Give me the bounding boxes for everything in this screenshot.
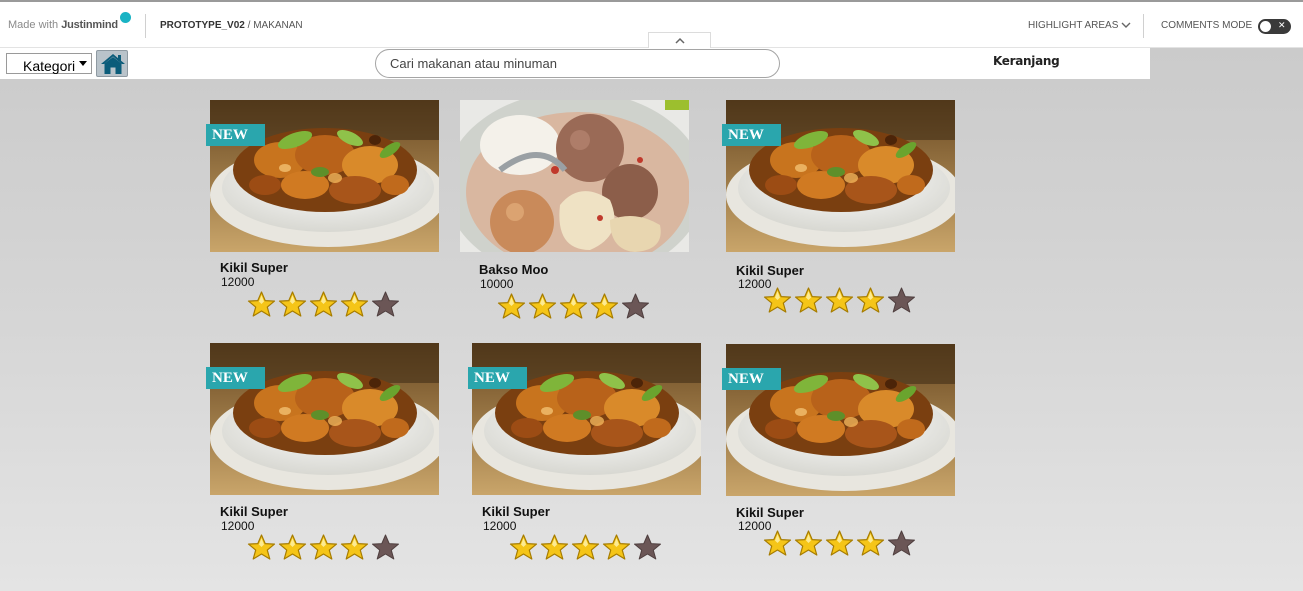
star-empty-icon[interactable] xyxy=(633,534,662,560)
comments-mode-toggle[interactable]: ✕ xyxy=(1258,19,1291,34)
product-name: Kikil Super xyxy=(220,504,288,519)
caret-down-icon xyxy=(79,61,87,66)
product-price: 12000 xyxy=(221,275,255,289)
search-input[interactable] xyxy=(375,49,780,78)
chevron-up-icon xyxy=(675,37,685,44)
prototype-viewer-bar: Made with Justinmind PROTOTYPE_V02 / MAK… xyxy=(0,0,1303,50)
star-empty-icon[interactable] xyxy=(887,287,916,313)
divider xyxy=(1143,14,1144,38)
star-filled-icon[interactable] xyxy=(528,293,557,319)
home-button[interactable] xyxy=(96,50,128,77)
product-image[interactable] xyxy=(210,343,439,495)
star-filled-icon[interactable] xyxy=(340,291,369,317)
star-filled-icon[interactable] xyxy=(602,534,631,560)
new-badge: NEW xyxy=(722,368,781,390)
breadcrumb: PROTOTYPE_V02 / MAKANAN xyxy=(160,20,303,31)
star-filled-icon[interactable] xyxy=(856,287,885,313)
star-empty-icon[interactable] xyxy=(887,530,916,556)
breadcrumb-page: MAKANAN xyxy=(253,20,303,31)
product-price: 12000 xyxy=(221,519,255,533)
rating-stars[interactable] xyxy=(763,530,916,556)
new-badge: NEW xyxy=(206,367,265,389)
breadcrumb-separator: / xyxy=(244,20,254,31)
brand-dot-icon xyxy=(120,12,131,23)
cart-link[interactable]: Keranjang xyxy=(993,54,1060,68)
star-filled-icon[interactable] xyxy=(763,530,792,556)
product-price: 10000 xyxy=(480,277,514,291)
star-filled-icon[interactable] xyxy=(794,287,823,313)
made-with-text: Made with xyxy=(8,19,59,31)
rating-stars[interactable] xyxy=(763,287,916,313)
highlight-areas-dropdown[interactable]: HIGHLIGHT AREAS xyxy=(1028,20,1131,31)
product-name: Bakso Moo xyxy=(479,262,549,277)
product-image[interactable] xyxy=(726,100,955,252)
rating-stars[interactable] xyxy=(247,534,400,560)
star-filled-icon[interactable] xyxy=(247,291,276,317)
toggle-knob xyxy=(1260,21,1271,32)
star-filled-icon[interactable] xyxy=(763,287,792,313)
highlight-areas-label: HIGHLIGHT AREAS xyxy=(1028,20,1119,31)
star-filled-icon[interactable] xyxy=(340,534,369,560)
star-filled-icon[interactable] xyxy=(559,293,588,319)
divider xyxy=(145,14,146,38)
star-filled-icon[interactable] xyxy=(509,534,538,560)
product-name: Kikil Super xyxy=(736,505,804,520)
toggle-off-icon: ✕ xyxy=(1278,20,1286,30)
star-empty-icon[interactable] xyxy=(621,293,650,319)
star-filled-icon[interactable] xyxy=(309,534,338,560)
chevron-down-icon xyxy=(1121,22,1131,28)
product-image[interactable] xyxy=(210,100,439,252)
star-filled-icon[interactable] xyxy=(825,287,854,313)
app-header: Kategori Keranjang xyxy=(0,48,1150,79)
star-filled-icon[interactable] xyxy=(309,291,338,317)
star-filled-icon[interactable] xyxy=(497,293,526,319)
made-with-label[interactable]: Made with Justinmind xyxy=(8,19,118,31)
star-filled-icon[interactable] xyxy=(856,530,885,556)
new-badge: NEW xyxy=(468,367,527,389)
product-name: Kikil Super xyxy=(482,504,550,519)
star-filled-icon[interactable] xyxy=(590,293,619,319)
star-filled-icon[interactable] xyxy=(571,534,600,560)
product-image[interactable] xyxy=(460,100,689,252)
rating-stars[interactable] xyxy=(247,291,400,317)
breadcrumb-project[interactable]: PROTOTYPE_V02 xyxy=(160,20,245,31)
new-badge: NEW xyxy=(206,124,265,146)
product-name: Kikil Super xyxy=(220,260,288,275)
kategori-label: Kategori xyxy=(23,58,76,74)
home-icon xyxy=(101,54,125,74)
star-filled-icon[interactable] xyxy=(247,534,276,560)
new-badge: NEW xyxy=(722,124,781,146)
brand-name: Justinmind xyxy=(61,19,118,31)
kategori-dropdown[interactable]: Kategori xyxy=(6,53,92,74)
star-filled-icon[interactable] xyxy=(794,530,823,556)
star-empty-icon[interactable] xyxy=(371,291,400,317)
star-filled-icon[interactable] xyxy=(278,534,307,560)
product-image[interactable] xyxy=(472,343,701,495)
comments-mode-label: COMMENTS MODE xyxy=(1161,20,1253,31)
product-name: Kikil Super xyxy=(736,263,804,278)
star-filled-icon[interactable] xyxy=(278,291,307,317)
star-empty-icon[interactable] xyxy=(371,534,400,560)
rating-stars[interactable] xyxy=(497,293,650,319)
product-price: 12000 xyxy=(483,519,517,533)
star-filled-icon[interactable] xyxy=(540,534,569,560)
star-filled-icon[interactable] xyxy=(825,530,854,556)
rating-stars[interactable] xyxy=(509,534,662,560)
product-image[interactable] xyxy=(726,344,955,496)
